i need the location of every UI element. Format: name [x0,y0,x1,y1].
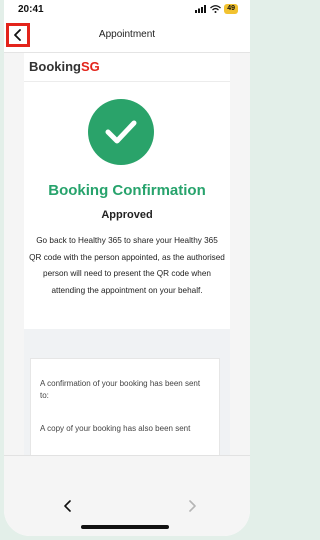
browser-back-button[interactable] [58,496,78,516]
instructions-text: Go back to Healthy 365 to share your Hea… [29,236,225,295]
browser-forward-button[interactable] [182,496,202,516]
booking-info-box: A confirmation of your booking has been … [30,358,220,455]
success-badge [88,99,154,165]
confirmation-sent-text: A confirmation of your booking has been … [40,379,201,400]
web-content: BookingSG Booking Confirmation Approved … [4,53,250,455]
confirmation-card: BookingSG Booking Confirmation Approved … [24,53,230,455]
signal-icon [195,5,207,13]
copy-sent-text: A copy of your booking has also been sen… [40,424,191,433]
confirmation-title: Booking Confirmation [48,182,206,199]
logo-suffix: SG [81,59,100,74]
navigation-header: Appointment [4,18,250,53]
chevron-left-icon [64,500,71,512]
wifi-icon [210,5,222,13]
status-label: Approved [101,209,153,221]
page-title: Appointment [98,29,156,40]
phone-screen: 20:41 49 Appointment BookingSG Booking C… [4,0,250,536]
status-icons: 49 [195,4,238,14]
checkmark-icon [105,120,137,144]
chevron-right-icon [189,500,196,512]
logo-prefix: Booking [29,59,81,74]
divider [24,81,230,82]
browser-toolbar [4,455,250,536]
status-bar: 20:41 49 [4,0,250,18]
battery-indicator: 49 [224,4,238,14]
bookingsg-logo: BookingSG [29,59,100,74]
status-time: 20:41 [18,3,44,15]
home-indicator[interactable] [81,525,169,529]
